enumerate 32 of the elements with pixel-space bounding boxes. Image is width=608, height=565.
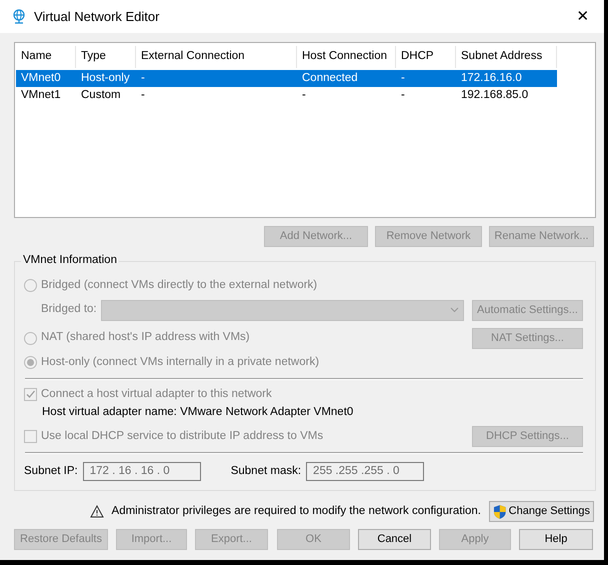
table-cell-text: -	[400, 70, 406, 86]
dialog-button[interactable]: Cancel	[358, 529, 431, 550]
column-header[interactable]: Name	[16, 46, 76, 68]
column-header[interactable]: DHCP	[396, 46, 456, 68]
table-cell-text: 172.16.16.0	[460, 70, 523, 86]
column-header[interactable]: Host Connection	[297, 46, 396, 68]
table-cell-text: Connected	[301, 70, 359, 86]
table-cell-text: VMnet0	[20, 70, 62, 86]
table-cell-text: -	[140, 88, 146, 103]
column-header[interactable]: External Connection	[136, 46, 297, 68]
column-header[interactable]: Subnet Address	[456, 46, 557, 68]
subnet-ip-field[interactable]: 172 . 16 . 16 . 0	[82, 462, 201, 482]
column-header[interactable]: Type	[76, 46, 136, 68]
table-cell-text: 192.168.85.0	[460, 88, 530, 103]
window-title: Virtual Network Editor	[34, 8, 160, 24]
table-cell-text: Custom	[80, 88, 122, 103]
table-cell-text: -	[140, 70, 146, 86]
subnet-mask-field[interactable]: 255 .255 .255 . 0	[306, 462, 424, 482]
table-cell-text: -	[301, 88, 307, 103]
close-button[interactable]: ✕	[568, 8, 598, 26]
table-cell-text: VMnet1	[20, 88, 62, 103]
table-row[interactable]: VMnet1 Custom - - - 192.168.85.0	[16, 87, 557, 104]
field-label: Subnet IP:	[24, 464, 78, 479]
table-cell-text: -	[400, 88, 406, 103]
table-cell-text: Host-only	[80, 70, 131, 86]
notice-text: Administrator privileges are required to modify the network configuration.	[112, 504, 481, 518]
field-label: Subnet mask:	[230, 464, 302, 479]
change-settings-button[interactable]: Change Settings	[489, 501, 594, 522]
table-row[interactable]: VMnet0 Host-only - Connected - 172.16.16.0	[16, 70, 557, 87]
field-label: Bridged to:	[41, 303, 98, 318]
adapter-name-text: Host virtual adapter name: VMware Network Adapter VMnet0	[42, 406, 354, 420]
dialog-button[interactable]: Help	[519, 529, 593, 550]
